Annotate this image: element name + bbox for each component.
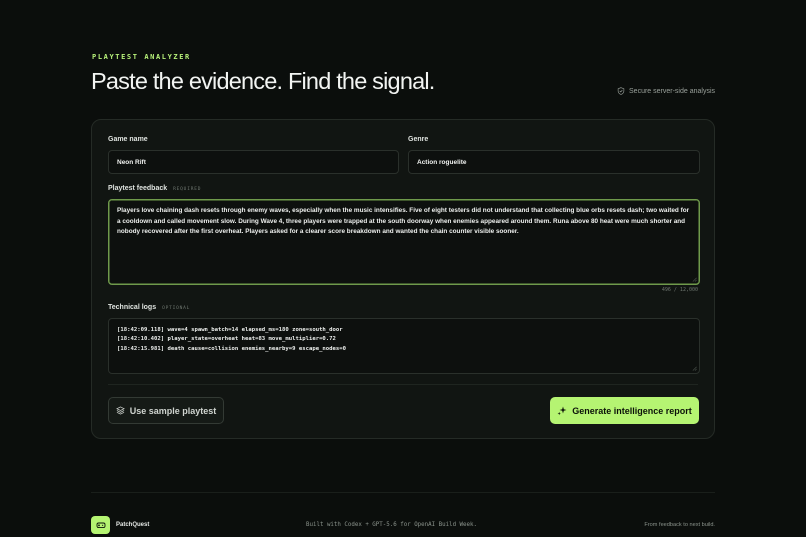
genre-label: Genre — [408, 136, 429, 143]
resize-handle-icon[interactable] — [692, 366, 697, 371]
use-sample-label: Use sample playtest — [129, 405, 217, 416]
footer-divider — [91, 492, 715, 493]
layers-icon — [115, 406, 125, 415]
feedback-label: Playtest feedback REQUIRED — [108, 185, 202, 192]
generate-report-button[interactable]: Generate intelligence report — [550, 397, 699, 424]
resize-handle-icon[interactable] — [692, 277, 697, 282]
game-name-label: Game name — [108, 136, 148, 143]
brand-name: PatchQuest — [116, 522, 150, 528]
required-tag: REQUIRED — [173, 187, 202, 192]
use-sample-button[interactable]: Use sample playtest — [108, 397, 224, 424]
card-divider — [108, 384, 698, 385]
logs-label: Technical logs OPTIONAL — [108, 304, 191, 311]
gamepad-icon — [96, 522, 105, 529]
log-line: [18:42:10.402] player_state=overheat hea… — [117, 336, 336, 343]
log-line: [18:42:15.981] death cause=collision ene… — [117, 345, 347, 352]
secure-note: Secure server-side analysis — [617, 87, 715, 95]
page-title: Paste the evidence. Find the signal. — [91, 68, 435, 94]
feedback-textarea[interactable]: Players love chaining dash resets throug… — [108, 199, 700, 285]
analyzer-form-card: Game name Neon Rift Genre Action rogueli… — [91, 119, 715, 439]
secure-note-text: Secure server-side analysis — [629, 87, 715, 95]
game-name-input[interactable]: Neon Rift — [108, 150, 399, 174]
sparkles-icon — [557, 406, 567, 415]
genre-input[interactable]: Action roguelite — [408, 150, 700, 174]
shield-check-icon — [617, 87, 625, 95]
footer-tagline: From feedback to next build. — [644, 522, 715, 528]
brand-logo — [91, 516, 110, 534]
page-eyebrow: PLAYTEST ANALYZER — [92, 53, 191, 61]
feedback-character-counter: 496 / 12,000 — [661, 287, 698, 293]
optional-tag: OPTIONAL — [162, 306, 191, 311]
log-line: [18:42:09.118] wave=4 spawn_batch=14 ela… — [117, 327, 343, 333]
built-with-note: Built with Codex + GPT-5.6 for OpenAI Bu… — [306, 522, 478, 528]
logs-textarea[interactable]: [18:42:09.118] wave=4 spawn_batch=14 ela… — [108, 318, 700, 374]
footer-brand[interactable]: PatchQuest — [91, 516, 149, 534]
generate-report-label: Generate intelligence report — [572, 405, 692, 416]
